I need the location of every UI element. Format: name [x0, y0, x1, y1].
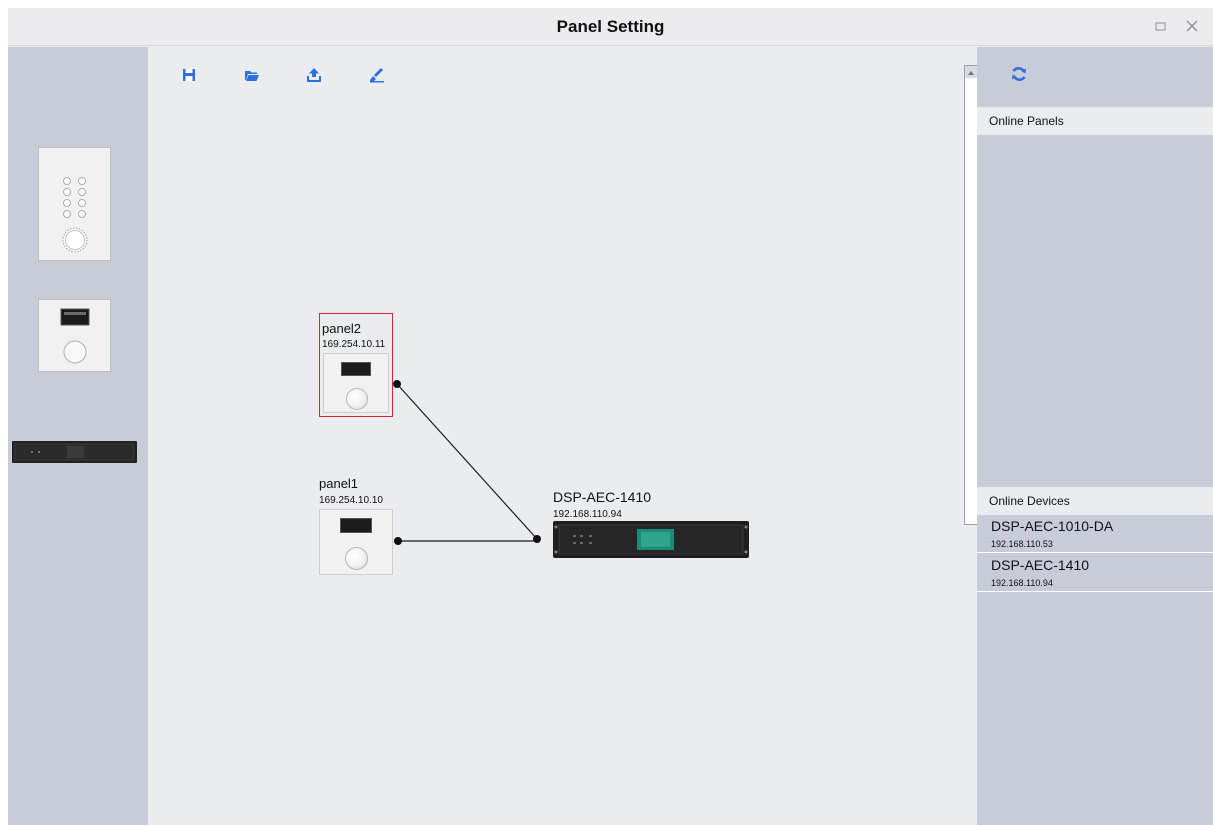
device-ip: 192.168.110.53: [991, 539, 1053, 549]
clear-icon[interactable]: [369, 67, 385, 83]
scroll-up-icon[interactable]: [965, 66, 977, 78]
topology-canvas[interactable]: panel2 169.254.10.11 panel1 169.254.10.1…: [148, 47, 977, 825]
lcd-screen: [340, 518, 372, 533]
upload-icon[interactable]: [306, 67, 322, 83]
panel-device-image: [323, 353, 389, 413]
maximize-icon[interactable]: [1153, 18, 1169, 34]
palette-dsp-rack[interactable]: [12, 441, 137, 463]
online-panels-list: [977, 135, 1213, 487]
vertical-scrollbar[interactable]: [964, 65, 978, 525]
open-folder-icon[interactable]: [244, 67, 260, 83]
list-item[interactable]: DSP-AEC-1410 192.168.110.94: [977, 554, 1213, 592]
window-title: Panel Setting: [556, 17, 665, 36]
knob: [345, 547, 368, 570]
node-label: panel1: [319, 476, 359, 491]
lcd-screen: [341, 362, 371, 376]
close-icon[interactable]: [1184, 18, 1200, 34]
node-panel2[interactable]: panel2 169.254.10.11: [319, 313, 393, 417]
list-item[interactable]: DSP-AEC-1010-DA 192.168.110.53: [977, 515, 1213, 553]
panel-setting-window: Panel Setting panel2 169.254.10.11 panel…: [8, 8, 1213, 825]
device-ip: 192.168.110.94: [991, 578, 1053, 588]
connection-lines: [393, 380, 541, 545]
node-panel1[interactable]: panel1 169.254.10.10: [319, 473, 397, 577]
device-palette: [8, 47, 148, 825]
online-panels-header: Online Panels: [977, 107, 1213, 135]
palette-keypad-panel[interactable]: [38, 147, 111, 261]
palette-lcd-panel[interactable]: [38, 299, 111, 372]
node-label: DSP-AEC-1410: [553, 489, 652, 505]
right-sidebar: Online Panels Online Devices DSP-AEC-101…: [977, 47, 1213, 825]
knob: [346, 388, 368, 410]
refresh-icon[interactable]: [1010, 65, 1028, 83]
device-name: DSP-AEC-1410: [991, 557, 1090, 573]
node-label: panel2: [322, 321, 362, 336]
panel-device-image: [319, 509, 393, 575]
online-devices-header: Online Devices: [977, 487, 1213, 515]
node-ip: 169.254.10.10: [319, 495, 383, 506]
dsp-device-image: [553, 521, 749, 558]
node-ip: 169.254.10.11: [322, 339, 386, 350]
device-name: DSP-AEC-1010-DA: [991, 518, 1114, 534]
node-ip: 192.168.110.94: [553, 509, 622, 520]
save-icon[interactable]: [181, 67, 197, 83]
title-bar[interactable]: Panel Setting: [8, 8, 1213, 46]
node-dsp-aec-1410[interactable]: DSP-AEC-1410 192.168.110.94: [553, 489, 753, 559]
